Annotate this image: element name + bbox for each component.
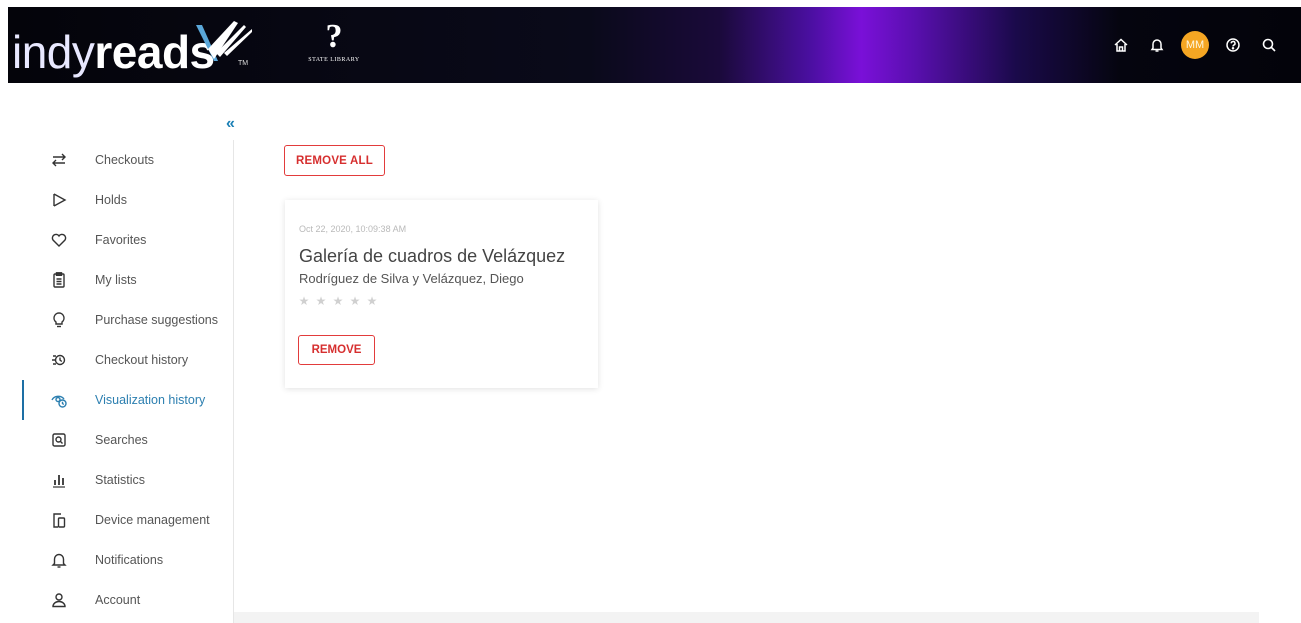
- history-icon: [48, 349, 70, 371]
- sidebar-item-device-management[interactable]: Device management: [0, 500, 233, 540]
- bell-icon[interactable]: [1139, 31, 1175, 59]
- sidebar-item-label: Purchase suggestions: [95, 313, 218, 327]
- sidebar-item-label: My lists: [95, 273, 137, 287]
- sidebar-item-checkouts[interactable]: Checkouts: [0, 140, 233, 180]
- sidebar-item-label: Account: [95, 593, 141, 607]
- sidebar-item-checkout-history[interactable]: Checkout history: [0, 340, 233, 380]
- avatar[interactable]: MM: [1181, 31, 1209, 59]
- sidebar-item-label: Visualization history: [95, 393, 206, 407]
- bell-icon: [48, 549, 70, 571]
- sidebar-item-searches[interactable]: Searches: [0, 420, 233, 460]
- star-icon[interactable]: ★: [348, 294, 362, 308]
- sidebar-item-notifications[interactable]: Notifications: [0, 540, 233, 580]
- sidebar-item-label: Searches: [95, 433, 148, 447]
- search-icon[interactable]: [1251, 31, 1287, 59]
- star-icon[interactable]: ★: [297, 294, 311, 308]
- bar-chart-icon: [48, 469, 70, 491]
- user-icon: [48, 589, 70, 611]
- state-library-text: STATE LIBRARY: [308, 57, 360, 63]
- remove-button[interactable]: REMOVE: [298, 335, 375, 365]
- sidebar-item-label: Holds: [95, 193, 127, 207]
- book-title[interactable]: Galería de cuadros de Velázquez: [299, 246, 565, 267]
- star-icon[interactable]: ★: [331, 294, 345, 308]
- sidebar-item-purchase-suggestions[interactable]: Purchase suggestions: [0, 300, 233, 340]
- home-icon[interactable]: [1103, 31, 1139, 59]
- logo-feather-icon: [196, 21, 252, 61]
- logo-text-light: indy: [12, 26, 95, 78]
- sidebar-nav: Checkouts Holds Favorites My lists Purch…: [0, 140, 233, 620]
- sidebar-item-label: Checkout history: [95, 353, 189, 367]
- search-box-icon: [48, 429, 70, 451]
- star-icon[interactable]: ★: [365, 294, 379, 308]
- state-library-logo[interactable]: ? STATE LIBRARY: [294, 19, 374, 75]
- view-timestamp: Oct 22, 2020, 10:09:38 AM: [299, 224, 407, 234]
- clipboard-icon: [48, 269, 70, 291]
- sidebar-item-label: Checkouts: [95, 153, 155, 167]
- sidebar-item-holds[interactable]: Holds: [0, 180, 233, 220]
- swap-arrows-icon: [48, 149, 70, 171]
- sidebar-item-label: Device management: [95, 513, 210, 527]
- help-icon[interactable]: [1215, 31, 1251, 59]
- trademark-label: TM: [238, 60, 249, 67]
- footer-band: [234, 612, 1259, 623]
- eye-history-icon: [48, 389, 70, 411]
- history-card[interactable]: Oct 22, 2020, 10:09:38 AM Galería de cua…: [285, 200, 598, 388]
- lightbulb-icon: [48, 309, 70, 331]
- devices-icon: [48, 509, 70, 531]
- sidebar-item-my-lists[interactable]: My lists: [0, 260, 233, 300]
- sidebar-item-account[interactable]: Account: [0, 580, 233, 620]
- book-author[interactable]: Rodríguez de Silva y Velázquez, Diego: [299, 271, 524, 286]
- sidebar-item-statistics[interactable]: Statistics: [0, 460, 233, 500]
- sidebar-item-label: Statistics: [95, 473, 146, 487]
- rating-stars[interactable]: ★ ★ ★ ★ ★: [297, 294, 379, 308]
- sidebar-item-visualization-history[interactable]: Visualization history: [0, 380, 233, 420]
- remove-all-button[interactable]: REMOVE ALL: [284, 145, 385, 176]
- top-banner: indy reads TM ? STATE LIBRARY MM: [8, 7, 1301, 83]
- heart-icon: [48, 229, 70, 251]
- indyreads-logo[interactable]: indy reads: [12, 15, 215, 75]
- star-icon[interactable]: ★: [314, 294, 328, 308]
- header-actions: MM: [1103, 31, 1287, 59]
- collapse-sidebar-icon[interactable]: «: [226, 115, 235, 133]
- state-library-mark: ?: [325, 18, 343, 55]
- sidebar-item-label: Notifications: [95, 553, 164, 567]
- sidebar-item-favorites[interactable]: Favorites: [0, 220, 233, 260]
- flag-icon: [48, 189, 70, 211]
- sidebar-divider: [233, 140, 234, 623]
- sidebar-item-label: Favorites: [95, 233, 147, 247]
